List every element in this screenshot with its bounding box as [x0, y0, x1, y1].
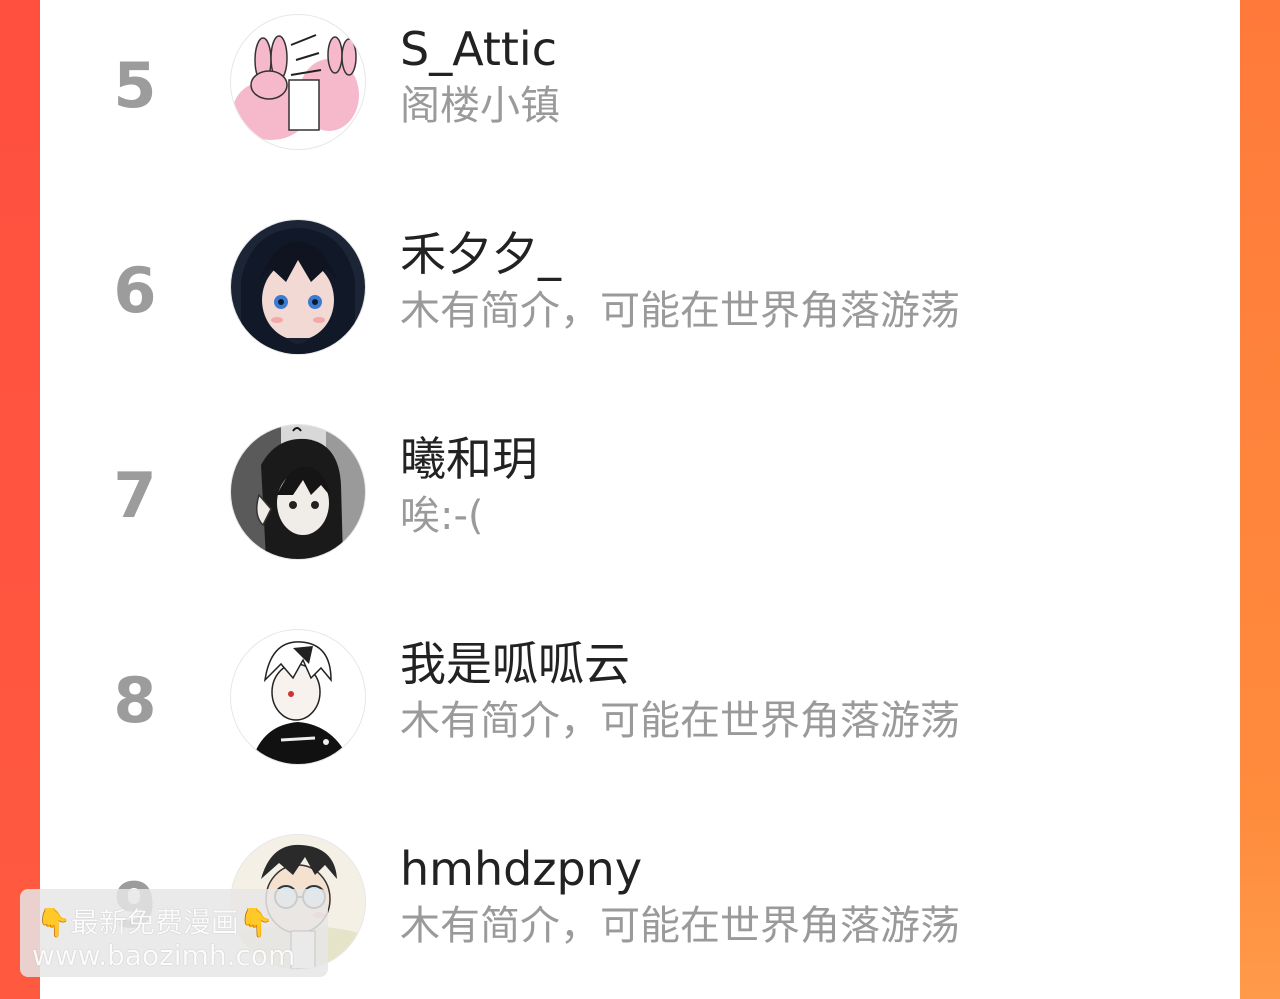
user-name[interactable]: hmhdzpny	[400, 846, 642, 892]
watermark-title-text: 最新免费漫画	[70, 906, 239, 939]
user-bio: 唉:-(	[400, 493, 484, 539]
pointing-down-icon: 👇	[36, 906, 71, 939]
ranking-row[interactable]: 7 曦和玥 唉:-(	[40, 410, 1240, 590]
anime-girl-avatar[interactable]	[230, 219, 366, 355]
watermark-url: www.baozimh.com	[32, 939, 296, 972]
right-accent-bar	[1240, 0, 1280, 999]
white-hair-avatar-icon	[231, 630, 365, 764]
user-bio: 阁楼小镇	[400, 83, 560, 129]
user-name[interactable]: 曦和玥	[400, 436, 538, 482]
anime-girl-bw-avatar-icon	[231, 425, 365, 559]
ranking-row[interactable]: 8 我是呱呱云 木有简介，可能在世界角落游荡	[40, 615, 1240, 795]
user-bio: 木有简介，可能在世界角落游荡	[400, 288, 960, 334]
user-name[interactable]: 我是呱呱云	[400, 641, 630, 687]
rank-number: 8	[113, 664, 157, 737]
rank-number: 6	[113, 254, 157, 327]
watermark-badge: 👇最新免费漫画👇 www.baozimh.com	[20, 889, 328, 977]
user-name[interactable]: S_Attic	[400, 26, 557, 72]
rank-number: 5	[113, 49, 157, 122]
bunny-avatar-icon	[231, 15, 365, 149]
rank-number: 7	[113, 459, 157, 532]
ranking-list: 5 S_Attic 阁楼小镇 6 禾夕夕_ 木有简介，可能在世界角落游荡 7 曦…	[40, 0, 1240, 999]
anime-girl-avatar-icon	[231, 220, 365, 354]
watermark-title: 👇最新免费漫画👇	[36, 901, 274, 941]
pointing-down-icon: 👇	[238, 906, 274, 939]
user-name[interactable]: 禾夕夕_	[400, 231, 561, 277]
bunny-avatar[interactable]	[230, 14, 366, 150]
white-hair-avatar[interactable]	[230, 629, 366, 765]
user-bio: 木有简介，可能在世界角落游荡	[400, 698, 960, 744]
user-bio: 木有简介，可能在世界角落游荡	[400, 903, 960, 949]
left-accent-bar	[0, 0, 40, 999]
anime-girl-bw-avatar[interactable]	[230, 424, 366, 560]
ranking-row[interactable]: 6 禾夕夕_ 木有简介，可能在世界角落游荡	[40, 205, 1240, 385]
ranking-row[interactable]: 5 S_Attic 阁楼小镇	[40, 0, 1240, 180]
